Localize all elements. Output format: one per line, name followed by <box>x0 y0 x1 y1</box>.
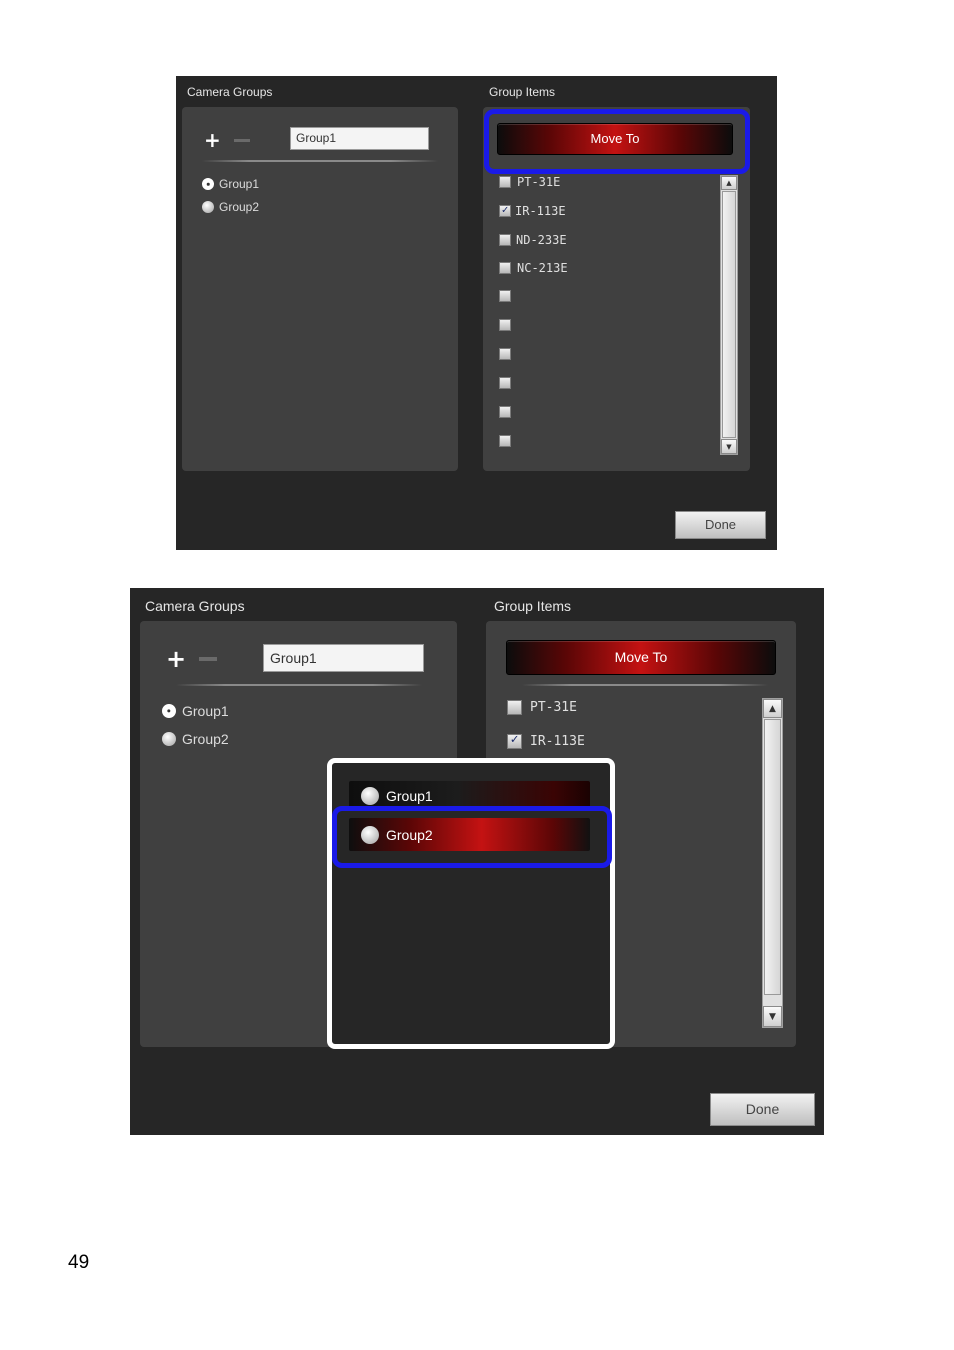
popup-option-label: Group1 <box>386 788 433 804</box>
plus-icon[interactable]: + <box>204 130 221 150</box>
checkbox[interactable] <box>499 319 511 331</box>
radio-unselected-icon <box>162 732 176 746</box>
plus-icon[interactable]: + <box>166 647 186 671</box>
checkbox[interactable] <box>499 435 511 447</box>
highlight-outline <box>484 109 750 174</box>
move-to-button[interactable]: Move To <box>506 640 776 675</box>
checkbox[interactable] <box>499 262 511 274</box>
list-item[interactable] <box>499 435 511 447</box>
item-label: PT-31E <box>530 700 577 715</box>
group-label: Group1 <box>182 703 229 719</box>
checkbox[interactable] <box>499 176 511 188</box>
separator <box>176 684 422 686</box>
minus-icon[interactable] <box>199 657 217 661</box>
chevron-up-icon[interactable]: ▲ <box>721 176 737 190</box>
list-item[interactable]: IR-113E <box>507 732 585 749</box>
checkbox[interactable] <box>499 377 511 389</box>
checkbox-checked[interactable] <box>499 203 511 217</box>
scrollbar-thumb[interactable] <box>764 719 781 995</box>
radio-selected-icon <box>202 178 214 190</box>
checkbox-checked[interactable] <box>507 732 522 749</box>
group-items-title: Group Items <box>494 598 572 614</box>
screenshot-top-window: Camera Groups Group Items + Group1 Group… <box>176 76 777 550</box>
list-item[interactable]: NC-213E <box>499 261 568 275</box>
scrollbar-thumb[interactable] <box>722 191 736 438</box>
list-item[interactable] <box>499 406 511 418</box>
radio-unselected-icon <box>361 787 379 805</box>
camera-groups-panel: + Group1 Group1 Group2 <box>182 107 458 471</box>
item-label: PT-31E <box>517 175 561 189</box>
scrollbar[interactable]: ▲ ▼ <box>762 698 783 1028</box>
scrollbar[interactable]: ▲ ▼ <box>720 175 738 455</box>
item-label: IR-113E <box>530 734 585 749</box>
item-label: NC-213E <box>517 261 568 275</box>
item-label: IR-113E <box>515 204 566 218</box>
chevron-up-icon[interactable]: ▲ <box>763 699 782 718</box>
group-radio-group1[interactable]: Group1 <box>202 177 259 191</box>
item-label: ND-233E <box>516 233 567 247</box>
checkbox[interactable] <box>499 290 511 302</box>
list-item[interactable] <box>499 319 511 331</box>
group-items-title: Group Items <box>489 85 556 99</box>
chevron-down-icon[interactable]: ▼ <box>721 439 737 454</box>
minus-icon[interactable] <box>234 139 250 142</box>
list-item[interactable] <box>499 377 511 389</box>
done-button[interactable]: Done <box>675 511 766 539</box>
list-item[interactable]: PT-31E <box>507 700 577 715</box>
checkbox[interactable] <box>499 234 511 246</box>
radio-unselected-icon <box>202 201 214 213</box>
screenshot-bottom-window: Camera Groups Group Items + Group1 Group… <box>130 588 824 1135</box>
group-name-input[interactable]: Group1 <box>290 127 429 150</box>
done-button[interactable]: Done <box>710 1093 815 1126</box>
separator <box>202 160 438 162</box>
group-name-input[interactable]: Group1 <box>263 644 424 672</box>
group-radio-group1[interactable]: Group1 <box>162 703 229 719</box>
list-item[interactable]: IR-113E <box>499 203 566 218</box>
chevron-down-icon[interactable]: ▼ <box>763 1006 782 1027</box>
move-to-popup: Group1 Group2 <box>327 758 615 1049</box>
checkbox[interactable] <box>499 348 511 360</box>
group-radio-group2[interactable]: Group2 <box>162 731 229 747</box>
list-item[interactable]: ND-233E <box>499 233 567 247</box>
radio-selected-icon <box>162 704 176 718</box>
camera-groups-title: Camera Groups <box>145 598 245 614</box>
list-item[interactable] <box>499 348 511 360</box>
camera-groups-title: Camera Groups <box>187 85 273 99</box>
list-item[interactable]: PT-31E <box>499 175 560 189</box>
group-label: Group1 <box>219 177 260 191</box>
checkbox[interactable] <box>499 406 511 418</box>
highlight-outline <box>332 806 612 868</box>
separator <box>522 684 768 686</box>
group-label: Group2 <box>182 731 229 747</box>
group-radio-group2[interactable]: Group2 <box>202 200 259 214</box>
checkbox[interactable] <box>507 700 522 715</box>
group-label: Group2 <box>219 200 260 214</box>
page-number: 49 <box>68 1252 90 1273</box>
list-item[interactable] <box>499 290 511 302</box>
